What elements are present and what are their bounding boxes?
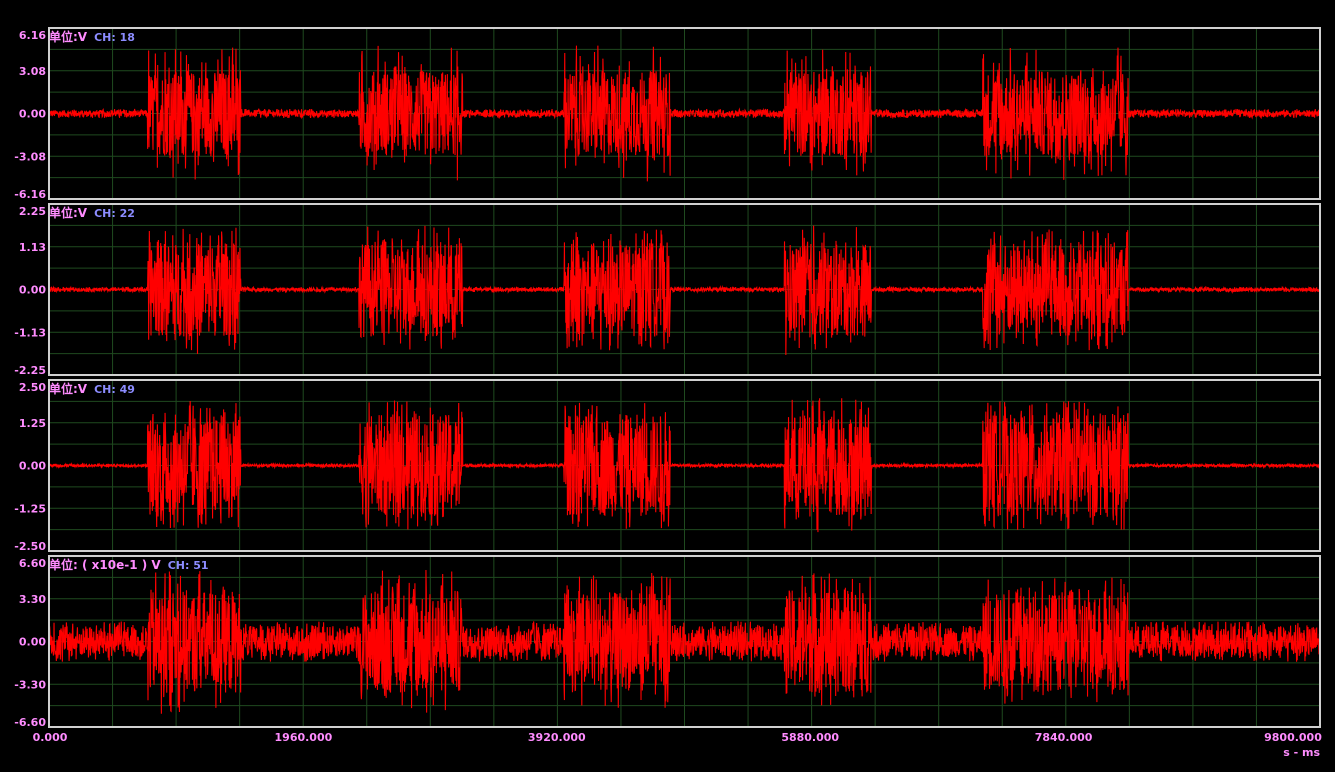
x-tick-label: 7840.000 xyxy=(1035,731,1093,744)
y-tick-label: -3.30 xyxy=(14,678,46,691)
y-tick-label: 1.25 xyxy=(19,417,46,430)
y-tick-label: 0.00 xyxy=(19,108,46,121)
x-tick-label: 3920.000 xyxy=(528,731,586,744)
y-tick-label: 0.00 xyxy=(19,284,46,297)
channel-label: CH: 22 xyxy=(94,207,135,220)
y-tick-label: -6.16 xyxy=(14,188,46,201)
x-tick-label: 5880.000 xyxy=(781,731,839,744)
x-axis-unit-label: s - ms xyxy=(1283,746,1320,759)
y-tick-label: -1.13 xyxy=(14,326,46,339)
unit-label: 单位: ( x10e-1 ) V xyxy=(49,557,161,572)
y-tick-label: 3.30 xyxy=(19,593,46,606)
y-tick-label: 2.25 xyxy=(19,205,46,218)
y-tick-label: 6.60 xyxy=(19,557,46,570)
y-tick-label: 0.00 xyxy=(19,460,46,473)
x-tick-label: 0.000 xyxy=(33,731,68,744)
channel-label: CH: 51 xyxy=(168,559,209,572)
channel-label: CH: 18 xyxy=(94,31,135,44)
y-tick-label: 6.16 xyxy=(19,29,46,42)
y-tick-label: -1.25 xyxy=(14,502,46,515)
unit-label: 单位:V xyxy=(49,29,88,44)
x-tick-label: 9800.000 xyxy=(1264,731,1322,744)
x-tick-label: 1960.000 xyxy=(275,731,333,744)
y-tick-label: 2.50 xyxy=(19,381,46,394)
channel-label: CH: 49 xyxy=(94,383,135,396)
y-tick-label: -3.08 xyxy=(14,150,46,163)
y-tick-label: 0.00 xyxy=(19,636,46,649)
y-tick-label: 3.08 xyxy=(19,65,46,78)
y-tick-label: -2.25 xyxy=(14,364,46,377)
y-tick-label: 1.13 xyxy=(19,241,46,254)
unit-label: 单位:V xyxy=(49,381,88,396)
y-tick-label: -2.50 xyxy=(14,540,46,553)
y-tick-label: -6.60 xyxy=(14,716,46,729)
unit-label: 单位:V xyxy=(49,205,88,220)
oscilloscope-display: 6.163.080.00-3.08-6.16单位:V CH: 182.251.13… xyxy=(0,0,1335,772)
